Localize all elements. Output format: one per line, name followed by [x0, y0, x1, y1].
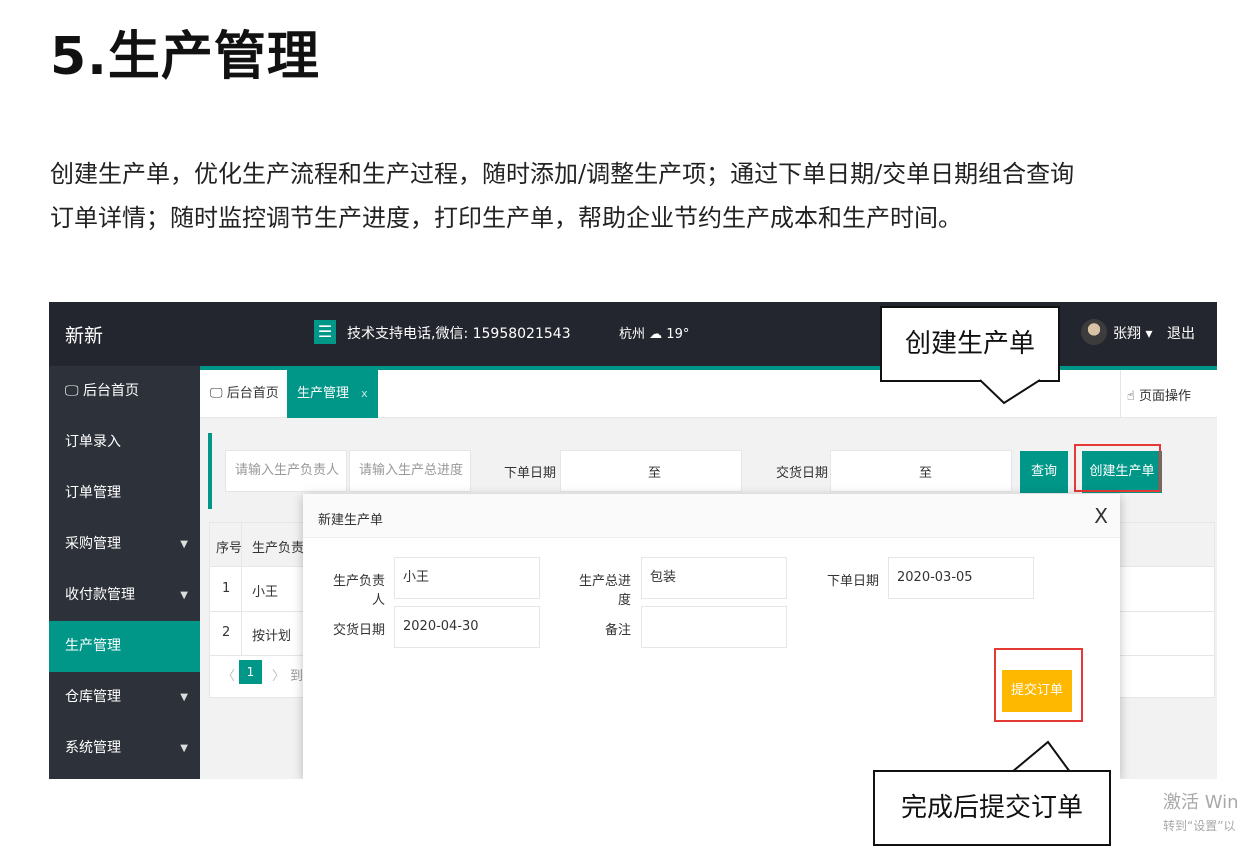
sidebar-item-home[interactable]: 🖵 后台首页	[49, 366, 200, 417]
sidebar-item-system[interactable]: 系统管理 ▼	[49, 723, 200, 774]
page-operations-button[interactable]: ☝ 页面操作	[1127, 385, 1191, 404]
modal-header: 新建生产单 X	[303, 494, 1120, 538]
order-date-label: 下单日期	[826, 574, 879, 589]
divider	[1120, 370, 1121, 418]
caret-down-icon: ▼	[180, 590, 188, 601]
monitor-icon: 🖵	[210, 386, 223, 401]
callout-create-tail	[979, 379, 1041, 405]
logout-link[interactable]: 退出	[1167, 323, 1195, 343]
sidebar-item-order-entry[interactable]: 订单录入	[49, 417, 200, 468]
monitor-icon: 🖵	[65, 383, 79, 399]
progress-label: 生产总进度	[578, 574, 631, 608]
weather-city: 杭州	[619, 327, 646, 342]
sidebar-item-payments[interactable]: 收付款管理 ▼	[49, 570, 200, 621]
order-date-label: 下单日期	[504, 466, 557, 481]
highlight-create-button	[1074, 444, 1161, 492]
doc-paragraph: 创建生产单，优化生产流程和生产过程，随时添加/调整生产项；通过下单日期/交单日期…	[50, 160, 1075, 232]
sidebar-item-production[interactable]: 生产管理	[49, 621, 200, 672]
callout-submit: 完成后提交订单	[873, 770, 1111, 846]
row-index: 1	[222, 581, 231, 596]
support-contact: 技术支持电话,微信: 15958021543	[347, 326, 571, 342]
range-to-label: 至	[919, 466, 933, 481]
progress-input[interactable]: 包装	[641, 557, 787, 599]
pager-next-button[interactable]: 〉	[272, 665, 285, 684]
sidebar-item-label: 系统管理	[65, 740, 121, 756]
callout-submit-tail	[1011, 740, 1071, 773]
weather-temp: 19°	[666, 327, 690, 342]
menu-icon[interactable]: ☰	[314, 320, 336, 344]
column-header-index: 序号	[216, 541, 243, 556]
activation-watermark: 激活 Win 转到“设置”以	[1163, 788, 1239, 834]
tab-label: 后台首页	[226, 386, 279, 401]
remark-label: 备注	[604, 623, 631, 638]
caret-down-icon: ▼	[180, 743, 188, 754]
pager-prev-button[interactable]: 〈	[222, 665, 235, 684]
order-date-input[interactable]: 2020-03-05	[888, 557, 1034, 599]
delivery-date-label: 交货日期	[776, 466, 829, 481]
owner-input[interactable]: 小王	[394, 557, 540, 599]
delivery-date-label: 交货日期	[332, 623, 385, 638]
sidebar-item-label: 收付款管理	[65, 587, 135, 603]
remark-input[interactable]	[641, 606, 787, 648]
owner-label: 生产负责人	[332, 574, 385, 608]
divider	[241, 523, 242, 655]
sidebar-item-label: 订单管理	[65, 485, 121, 501]
page-operations-label: 页面操作	[1138, 389, 1191, 404]
create-order-modal: 新建生产单 X 生产负责人 小王 生产总进度 包装 下单日期 2020-03-0…	[303, 494, 1120, 779]
delivery-date-input[interactable]: 2020-04-30	[394, 606, 540, 648]
progress-search-input[interactable]: 请输入生产总进度	[349, 450, 471, 492]
modal-title: 新建生产单	[318, 513, 384, 528]
sidebar-item-label: 采购管理	[65, 536, 121, 552]
watermark-line2: 转到“设置”以	[1163, 819, 1236, 833]
close-icon[interactable]: x	[361, 387, 368, 400]
sidebar-item-warehouse[interactable]: 仓库管理 ▼	[49, 672, 200, 723]
sidebar-item-label: 仓库管理	[65, 689, 121, 705]
watermark-line1: 激活 Win	[1163, 792, 1239, 813]
highlight-submit-button	[994, 648, 1083, 722]
close-icon[interactable]: X	[1094, 504, 1108, 528]
tab-home[interactable]: 🖵 后台首页	[200, 370, 289, 418]
hand-pointer-icon: ☝	[1126, 389, 1135, 404]
weather-widget: 杭州 ☁ 19°	[619, 323, 689, 342]
tab-label: 生产管理	[297, 386, 350, 401]
tab-production[interactable]: 生产管理 x	[287, 370, 378, 418]
row-index: 2	[222, 625, 231, 640]
callout-create: 创建生产单	[880, 306, 1060, 382]
caret-down-icon: ▼	[180, 539, 188, 550]
sidebar-item-purchase[interactable]: 采购管理 ▼	[49, 519, 200, 570]
row-owner: 小王	[252, 585, 279, 600]
user-menu[interactable]: 张翔 ▾	[1113, 323, 1152, 343]
callout-submit-text: 完成后提交订单	[900, 793, 1083, 823]
sidebar: 🖵 后台首页 订单录入 订单管理 采购管理 ▼ 收付款管理 ▼ 生产管理 仓库管…	[49, 366, 200, 779]
pager-page-1[interactable]: 1	[239, 660, 262, 684]
query-button[interactable]: 查询	[1020, 451, 1068, 493]
avatar[interactable]	[1081, 319, 1107, 345]
range-to-label: 至	[648, 466, 662, 481]
doc-title: 5.生产管理	[50, 27, 320, 87]
sidebar-item-label: 生产管理	[65, 638, 121, 654]
cloud-icon: ☁	[649, 327, 663, 342]
brand-logo: 新新	[65, 325, 104, 347]
caret-down-icon: ▼	[180, 692, 188, 703]
sidebar-item-order-management[interactable]: 订单管理	[49, 468, 200, 519]
tab-bar: 🖵 后台首页 生产管理 x ☝ 页面操作	[200, 370, 1217, 418]
callout-create-text: 创建生产单	[904, 329, 1035, 359]
owner-search-input[interactable]: 请输入生产负责人	[225, 450, 347, 492]
sidebar-item-label: 后台首页	[82, 383, 139, 399]
pager-goto-label: 到	[290, 669, 304, 684]
row-owner: 按计划	[252, 629, 292, 644]
sidebar-item-label: 订单录入	[65, 434, 121, 450]
